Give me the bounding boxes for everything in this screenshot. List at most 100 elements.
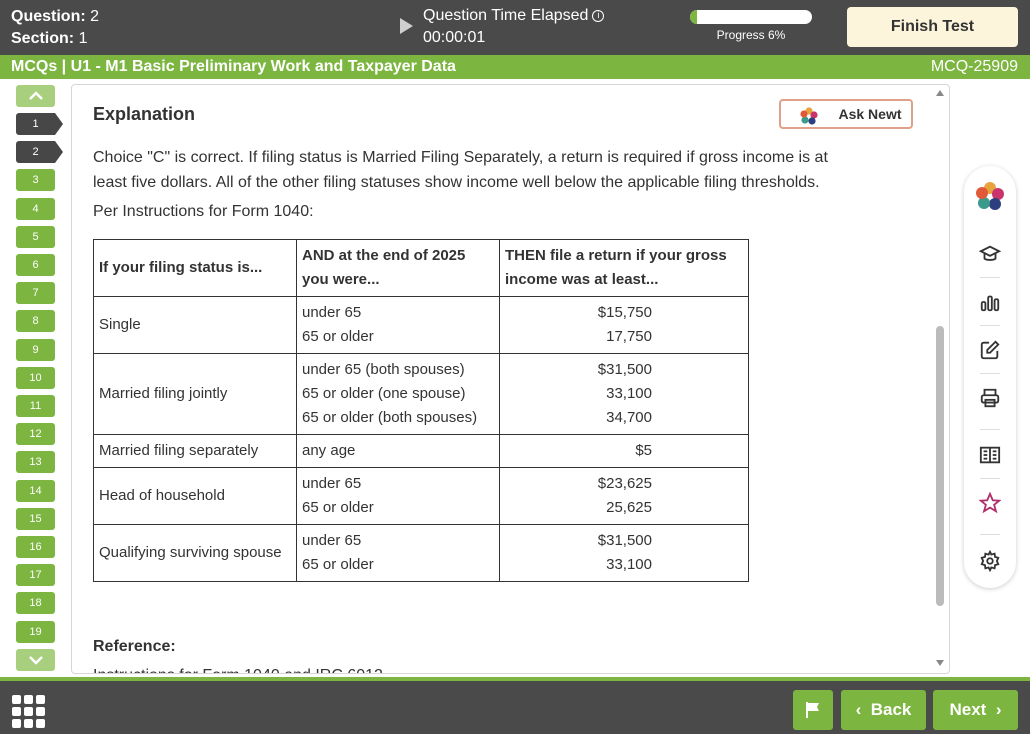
nav-up-button[interactable] <box>16 85 55 107</box>
age-cell: under 65 65 or older <box>296 467 500 525</box>
question-nav-item[interactable]: 9 <box>16 338 55 361</box>
ask-newt-button[interactable]: Ask Newt <box>779 99 913 129</box>
back-button[interactable]: ‹ Back <box>841 690 926 730</box>
income-threshold-line: 17,750 <box>606 328 652 345</box>
section-number: 1 <box>78 30 88 47</box>
filing-status-cell: Head of household <box>93 467 297 525</box>
age-line: under 65 <box>302 304 362 321</box>
income-threshold-cell: $15,750 17,750 <box>499 296 749 354</box>
tool-sidebar <box>964 166 1016 588</box>
explanation-title: Explanation <box>93 104 196 124</box>
timer-label: Question Time Elapsed <box>423 7 589 24</box>
scroll-thumb[interactable] <box>936 326 944 606</box>
income-threshold-line: $23,625 <box>597 475 652 492</box>
question-nav-item[interactable]: 5 <box>16 225 55 248</box>
question-nav-item[interactable]: 17 <box>16 564 55 587</box>
table-header: AND at the end of 2025 you were... <box>296 239 500 297</box>
flag-button[interactable] <box>793 690 833 730</box>
reference-text: Instructions for Form 1040 and IRC 6012 <box>93 667 383 673</box>
newt-logo-icon <box>800 107 818 125</box>
filing-status-cell: Single <box>93 296 297 354</box>
chevron-left-icon: ‹ <box>855 700 862 719</box>
chevron-down-icon <box>28 656 43 665</box>
flag-icon <box>806 702 819 718</box>
question-nav-item[interactable]: 12 <box>16 423 55 446</box>
table-header: If your filing status is... <box>93 239 297 297</box>
question-nav-item[interactable]: 10 <box>16 366 55 389</box>
bottom-bar: ‹ Back Next › <box>0 677 1030 734</box>
module-title: MCQs | U1 - M1 Basic Preliminary Work an… <box>11 58 456 75</box>
question-nav-item[interactable]: 19 <box>16 620 55 643</box>
grid-menu-icon[interactable] <box>12 695 45 728</box>
question-nav-item[interactable]: 3 <box>16 169 55 192</box>
info-icon[interactable]: i <box>592 10 605 22</box>
income-threshold-line: $5 <box>635 442 652 459</box>
question-nav-item[interactable]: 18 <box>16 592 55 615</box>
next-button[interactable]: Next › <box>933 690 1018 730</box>
question-nav-item[interactable]: 11 <box>16 395 55 417</box>
divider <box>980 277 1000 278</box>
table-row: Head of household under 65 65 or older $23,… <box>93 467 749 525</box>
filing-status-cell: Married filing jointly <box>93 353 297 435</box>
age-cell: any age <box>296 434 500 468</box>
scroll-down-arrow[interactable] <box>936 660 944 666</box>
income-threshold-line: $31,500 <box>597 532 652 549</box>
next-label: Next <box>949 700 987 719</box>
gear-icon[interactable] <box>977 548 1003 574</box>
edit-icon[interactable] <box>977 337 1003 363</box>
age-line: under 65 (both spouses) <box>302 361 465 378</box>
age-line: under 65 <box>302 532 362 549</box>
question-nav-item[interactable]: 14 <box>16 479 55 502</box>
divider <box>980 373 1000 374</box>
income-threshold-cell: $31,500 33,100 34,700 <box>499 353 749 435</box>
play-icon[interactable] <box>400 18 413 34</box>
age-cell: under 65 (both spouses) 65 or older (one … <box>296 353 500 435</box>
question-nav-item[interactable]: 4 <box>16 197 55 220</box>
scrollbar[interactable] <box>934 86 946 672</box>
question-nav-item[interactable]: 15 <box>16 507 55 530</box>
graduation-cap-icon[interactable] <box>977 241 1003 267</box>
question-nav-item[interactable]: 13 <box>16 451 55 474</box>
print-icon[interactable] <box>977 385 1003 411</box>
chevron-up-icon <box>28 91 43 100</box>
scroll-up-arrow[interactable] <box>936 90 944 96</box>
question-nav-item[interactable]: 16 <box>16 536 55 558</box>
question-nav-item[interactable]: 6 <box>16 254 55 276</box>
newt-logo-icon[interactable] <box>974 180 1006 212</box>
age-line: any age <box>302 442 356 459</box>
nav-down-button[interactable] <box>16 649 55 671</box>
divider <box>980 478 1000 479</box>
reference-label: Reference: <box>93 638 176 655</box>
income-threshold-cell: $5 <box>499 434 749 468</box>
explanation-line-1: Choice "C" is correct. If filing status … <box>93 149 828 166</box>
income-threshold-line: 33,100 <box>606 556 652 573</box>
question-info: Question: 2 Section: 1 <box>11 6 99 50</box>
star-icon[interactable] <box>977 490 1003 516</box>
book-icon[interactable] <box>977 442 1003 468</box>
income-threshold-line: 34,700 <box>606 409 652 426</box>
question-nav-item[interactable]: 2 <box>16 141 63 164</box>
explanation-panel[interactable]: Explanation Ask Newt Choice "C" is corre… <box>71 84 950 674</box>
income-threshold-cell: $23,625 25,625 <box>499 467 749 525</box>
age-line: 65 or older <box>302 556 374 573</box>
timer-value: 00:00:01 <box>423 29 486 46</box>
question-label: Question: <box>11 8 86 25</box>
table-row: Married filing jointly under 65 (both spo… <box>93 353 749 435</box>
age-cell: under 65 65 or older <box>296 296 500 354</box>
section-label: Section: <box>11 30 75 47</box>
age-cell: under 65 65 or older <box>296 524 500 582</box>
age-line: 65 or older <box>302 328 374 345</box>
income-threshold-line: $31,500 <box>597 361 652 378</box>
explanation-line-3: Per Instructions for Form 1040: <box>93 203 314 220</box>
finish-test-button[interactable]: Finish Test <box>847 7 1018 47</box>
explanation-line-2: least five dollars. All of the other fil… <box>93 174 820 191</box>
question-nav-item[interactable]: 1 <box>16 113 63 135</box>
ask-newt-label: Ask Newt <box>838 106 902 122</box>
question-nav-item[interactable]: 7 <box>16 282 55 305</box>
bar-chart-icon[interactable] <box>977 289 1003 315</box>
question-nav-item[interactable]: 8 <box>16 310 55 333</box>
back-label: Back <box>870 700 912 719</box>
filing-status-cell: Qualifying surviving spouse <box>93 524 297 582</box>
module-bar: MCQs | U1 - M1 Basic Preliminary Work an… <box>0 55 1030 79</box>
question-number: 2 <box>90 8 100 25</box>
